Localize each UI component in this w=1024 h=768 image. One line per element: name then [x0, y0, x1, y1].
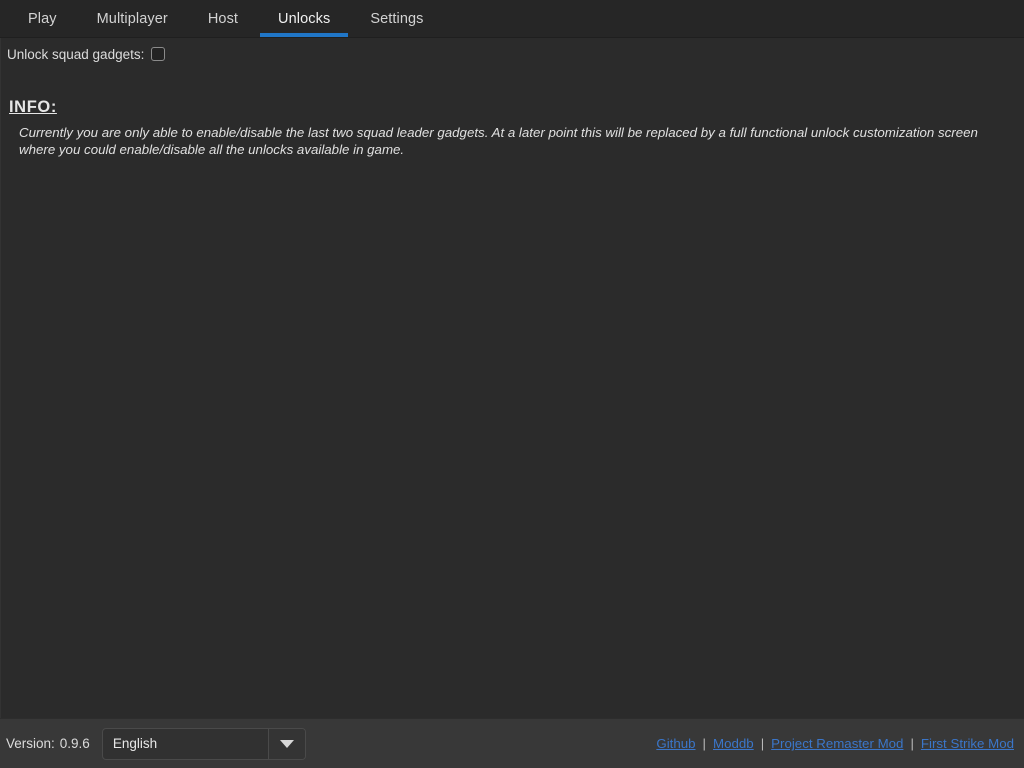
- link-separator: |: [910, 736, 914, 751]
- footer-left-group: Version: 0.9.6 English: [6, 727, 306, 760]
- tab-label: Settings: [370, 10, 424, 27]
- tab-bar: Play Multiplayer Host Unlocks Settings: [0, 0, 1024, 38]
- link-separator: |: [760, 736, 765, 751]
- link-github[interactable]: Github: [656, 736, 695, 751]
- language-dropdown-value: English: [112, 736, 158, 751]
- tab-label: Play: [28, 10, 57, 27]
- unlock-squad-gadgets-label: Unlock squad gadgets:: [7, 46, 145, 62]
- language-dropdown[interactable]: English: [101, 727, 306, 760]
- chevron-down-icon: [279, 739, 294, 748]
- info-text: Currently you are only able to enable/di…: [19, 125, 978, 157]
- info-block: INFO: Currently you are only able to ena…: [1, 98, 1023, 158]
- version-label: Version:: [6, 736, 55, 751]
- tab-host[interactable]: Host: [188, 0, 258, 37]
- tab-unlocks[interactable]: Unlocks: [258, 0, 350, 37]
- link-separator: |: [702, 736, 707, 751]
- tab-label: Multiplayer: [96, 10, 168, 27]
- tab-multiplayer[interactable]: Multiplayer: [77, 0, 188, 37]
- tab-settings[interactable]: Settings: [350, 0, 443, 37]
- footer-bar: Version: 0.9.6 English Github | Moddb | …: [0, 718, 1024, 768]
- tab-label: Host: [207, 10, 239, 27]
- content-panel: Unlock squad gadgets: INFO: Currently yo…: [0, 38, 1024, 718]
- unlock-squad-gadgets-checkbox[interactable]: [151, 47, 166, 61]
- link-project-remaster-mod[interactable]: Project Remaster Mod: [771, 736, 903, 751]
- footer-links-group: Github | Moddb | Project Remaster Mod | …: [656, 736, 1014, 751]
- link-first-strike-mod[interactable]: First Strike Mod: [921, 736, 1014, 751]
- tab-label: Unlocks: [278, 10, 331, 27]
- language-dropdown-arrow-button[interactable]: [267, 728, 305, 759]
- unlock-squad-gadgets-row: Unlock squad gadgets:: [1, 38, 1023, 64]
- info-heading: INFO:: [9, 98, 57, 116]
- app-window: Play Multiplayer Host Unlocks Settings U…: [0, 0, 1024, 768]
- tab-play[interactable]: Play: [8, 0, 77, 37]
- version-value: 0.9.6: [59, 736, 90, 751]
- link-moddb[interactable]: Moddb: [713, 736, 754, 751]
